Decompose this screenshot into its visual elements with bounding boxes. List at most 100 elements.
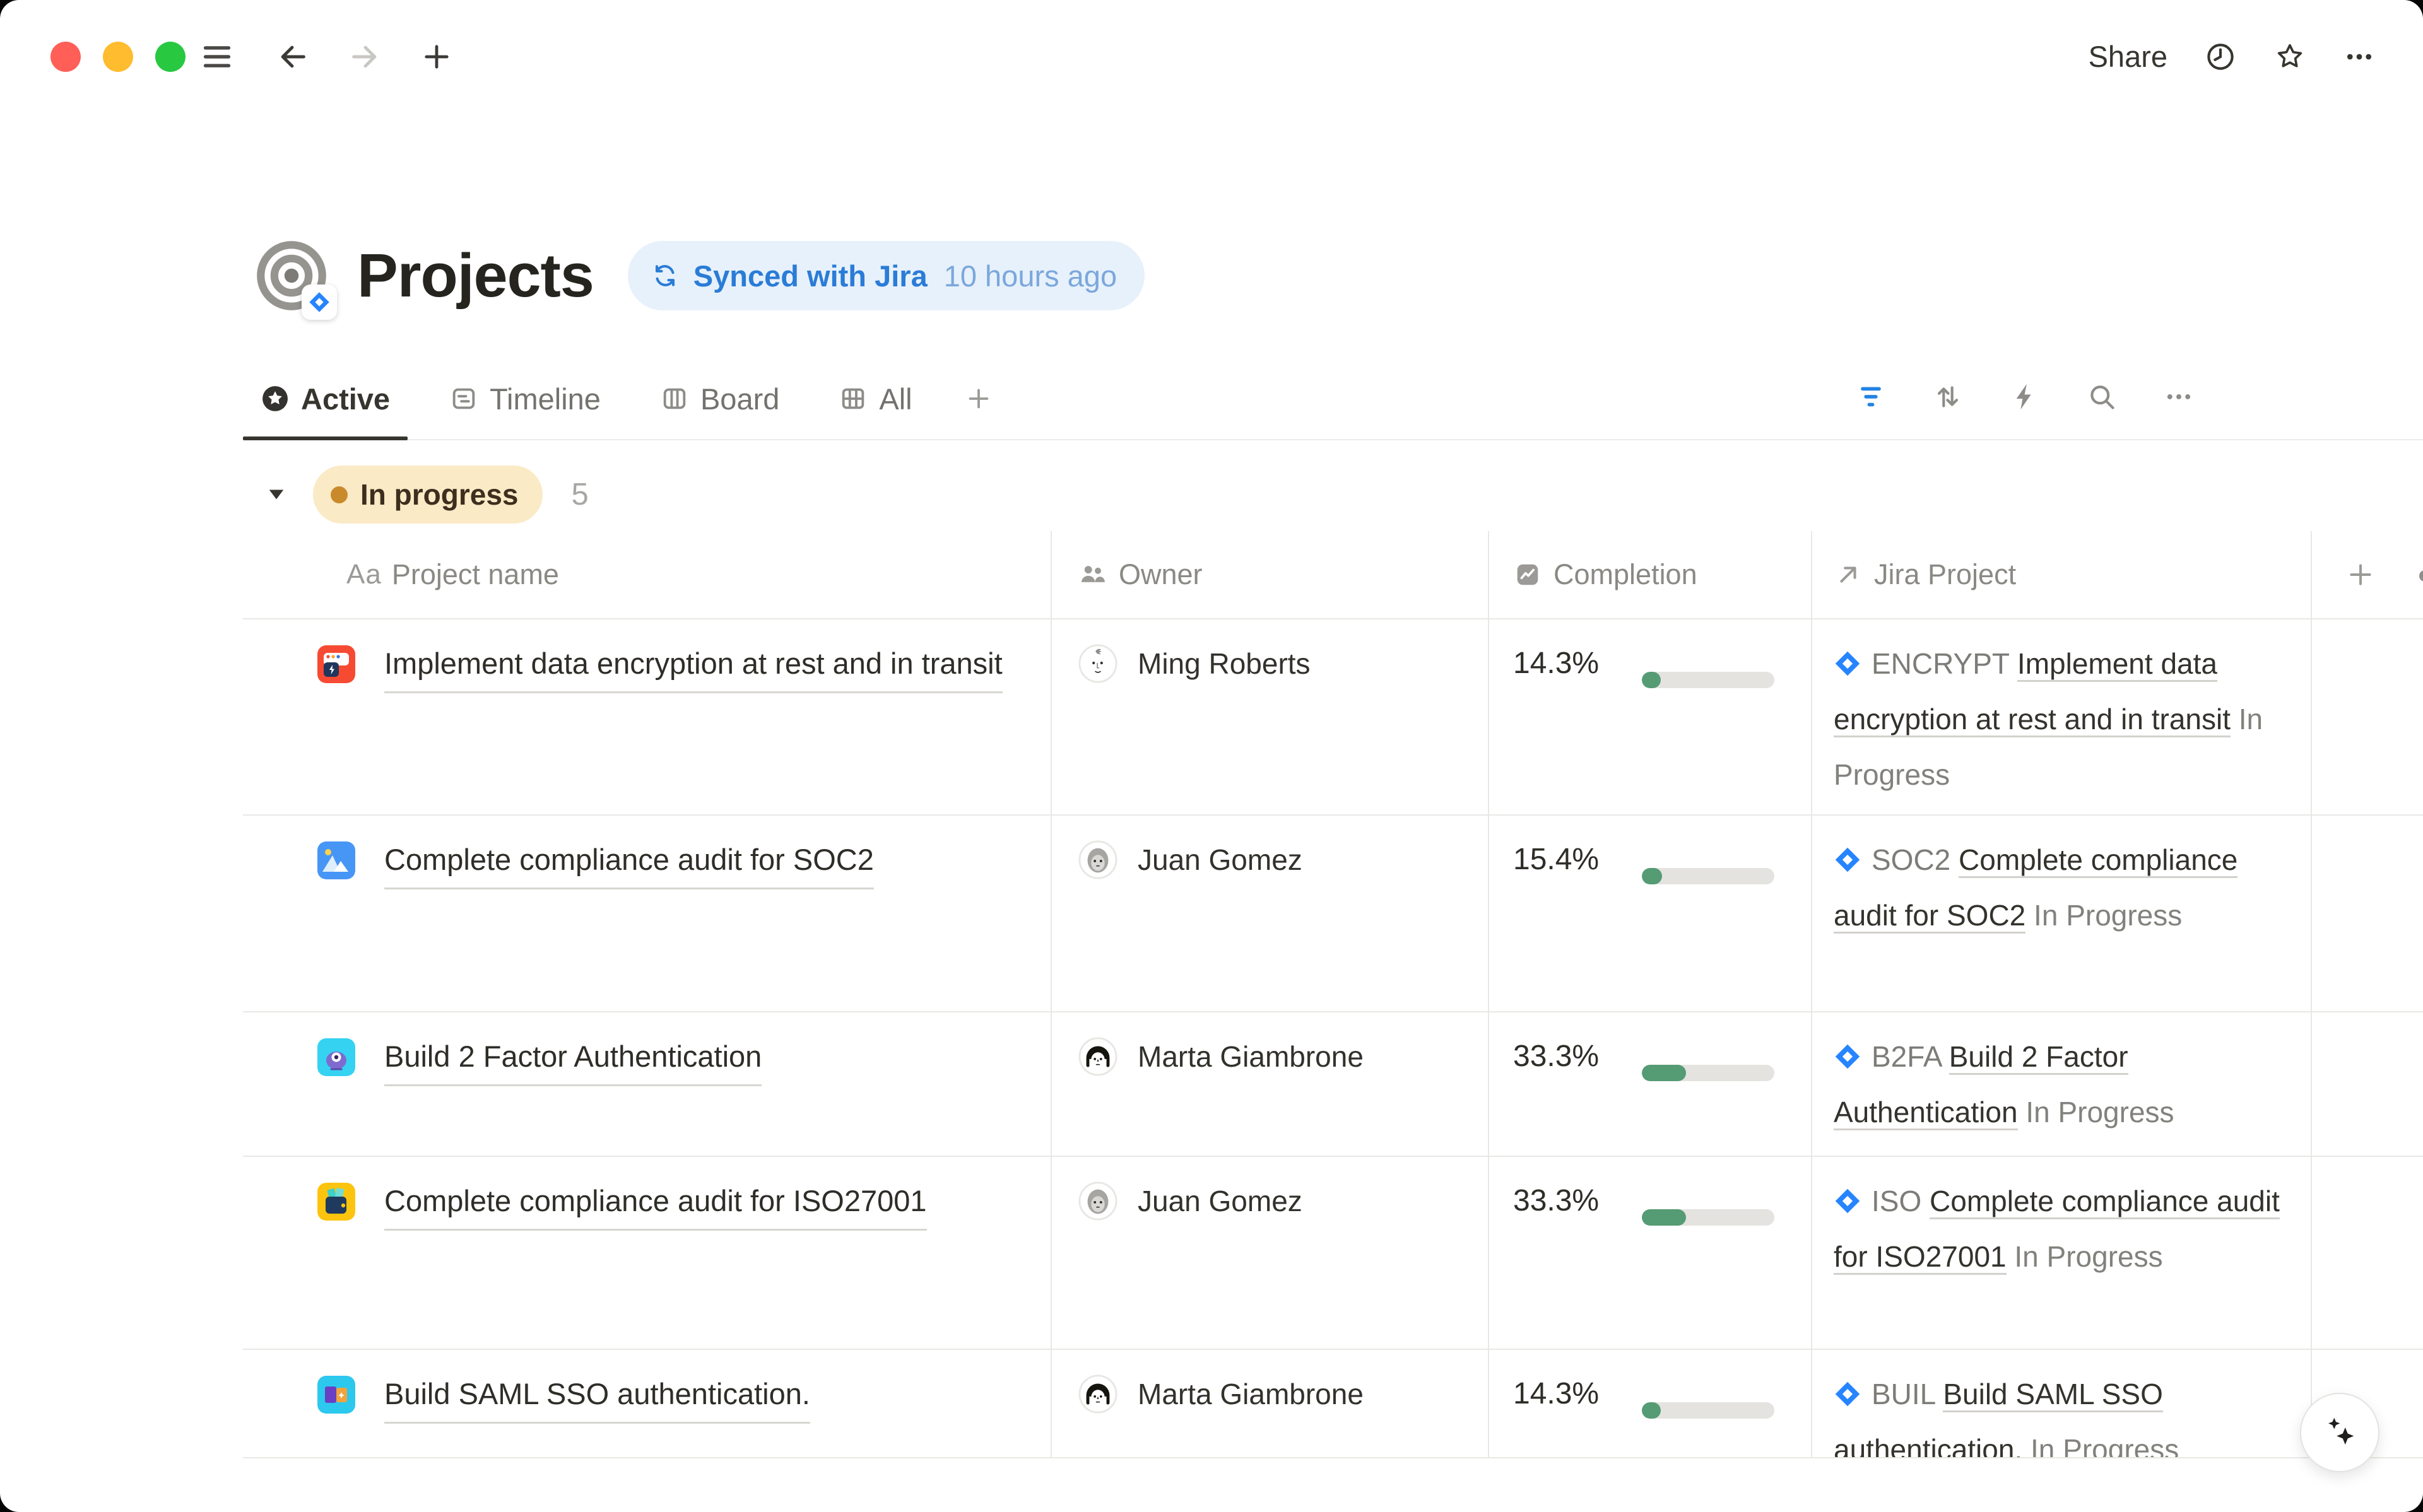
- jira-project-cell[interactable]: BUIL Build SAML SSO authentication. In P…: [1811, 1350, 2311, 1458]
- completion-cell[interactable]: 15.4%: [1488, 816, 1811, 1011]
- jira-diamond-icon: [1834, 640, 1861, 667]
- status-pill[interactable]: In progress: [313, 466, 543, 524]
- sync-icon: [651, 261, 680, 290]
- column-header-completion[interactable]: Completion: [1488, 531, 1811, 618]
- jira-status: In Progress: [2031, 1433, 2179, 1458]
- automation-lightning-icon[interactable]: [2009, 381, 2041, 413]
- jira-diamond-icon: [1834, 1370, 1861, 1398]
- view-options-icon[interactable]: [2163, 381, 2195, 413]
- owner-name: Marta Giambrone: [1138, 1366, 1364, 1422]
- sync-badge-label: Synced with Jira: [693, 259, 928, 293]
- project-name-link[interactable]: Complete compliance audit for ISO27001: [384, 1173, 927, 1231]
- jira-issue-key: BUIL: [1872, 1378, 1935, 1410]
- project-name-link[interactable]: Implement data encryption at rest and in…: [384, 636, 1003, 693]
- notion-ai-button[interactable]: [2300, 1393, 2379, 1472]
- completion-cell[interactable]: 33.3%: [1488, 1012, 1811, 1156]
- tab-active[interactable]: Active: [243, 358, 408, 439]
- timeline-icon: [449, 384, 478, 413]
- completion-percent: 15.4%: [1513, 832, 1622, 888]
- more-options-icon[interactable]: [2343, 40, 2376, 73]
- page-target-icon[interactable]: [254, 238, 329, 314]
- completion-cell[interactable]: 14.3%: [1488, 619, 1811, 814]
- close-window-button[interactable]: [50, 42, 81, 72]
- chart-icon: [1513, 560, 1542, 589]
- completion-percent: 14.3%: [1513, 1366, 1622, 1422]
- jira-project-cell[interactable]: SOC2 Complete compliance audit for SOC2 …: [1811, 816, 2311, 1011]
- minimize-window-button[interactable]: [103, 42, 133, 72]
- forward-icon[interactable]: [348, 40, 381, 73]
- column-header-project-name[interactable]: Aa Project name: [243, 531, 1051, 618]
- project-name-cell: Build SAML SSO authentication.: [243, 1350, 1051, 1458]
- completion-cell[interactable]: 14.3%: [1488, 1350, 1811, 1458]
- project-name-link[interactable]: Complete compliance audit for SOC2: [384, 832, 874, 889]
- owner-cell[interactable]: Juan Gomez: [1051, 816, 1488, 1011]
- jira-sync-badge[interactable]: Synced with Jira 10 hours ago: [628, 241, 1145, 310]
- jira-project-cell[interactable]: ISO Complete compliance audit for ISO270…: [1811, 1157, 2311, 1349]
- column-header-owner[interactable]: Owner: [1051, 531, 1488, 618]
- plus-icon: [964, 384, 993, 413]
- add-view-button[interactable]: [954, 358, 1015, 439]
- status-label: In progress: [360, 478, 519, 512]
- titlebar: Share: [0, 0, 2423, 114]
- jira-project-cell[interactable]: ENCRYPT Implement data encryption at res…: [1811, 619, 2311, 814]
- jira-issue-key: SOC2: [1872, 843, 1950, 876]
- jira-logo-icon: [302, 284, 337, 320]
- page-header: Projects Synced with Jira 10 hours ago: [254, 209, 2423, 342]
- tab-all[interactable]: All: [821, 358, 929, 439]
- sidebar-menu-icon[interactable]: [201, 40, 233, 73]
- owner-avatar: [1078, 840, 1117, 879]
- owner-cell[interactable]: Marta Giambrone: [1051, 1012, 1488, 1156]
- completion-cell[interactable]: 33.3%: [1488, 1157, 1811, 1349]
- column-header-jira-project[interactable]: Jira Project: [1811, 531, 2311, 618]
- zoom-window-button[interactable]: [155, 42, 186, 72]
- project-name-cell: Complete compliance audit for SOC2: [243, 816, 1051, 1011]
- table-row[interactable]: Build 2 Factor Authentication Marta Giam…: [243, 1012, 2423, 1157]
- project-name-link[interactable]: Build SAML SSO authentication.: [384, 1366, 810, 1424]
- favorite-star-icon[interactable]: [2273, 40, 2306, 73]
- project-name-cell: Build 2 Factor Authentication: [243, 1012, 1051, 1156]
- window-controls: [50, 42, 186, 72]
- project-name-link[interactable]: Build 2 Factor Authentication: [384, 1029, 762, 1086]
- tab-timeline[interactable]: Timeline: [432, 358, 618, 439]
- completion-percent: 14.3%: [1513, 636, 1622, 691]
- owner-cell[interactable]: Ming Roberts: [1051, 619, 1488, 814]
- collapse-triangle-icon[interactable]: [265, 483, 288, 506]
- group-count: 5: [572, 477, 589, 512]
- progress-bar: [1642, 1065, 1774, 1081]
- tab-board[interactable]: Board: [642, 358, 797, 439]
- owner-avatar: [1078, 1181, 1117, 1221]
- project-name-cell: Complete compliance audit for ISO27001: [243, 1157, 1051, 1349]
- new-tab-icon[interactable]: [420, 40, 453, 73]
- progress-bar-fill: [1642, 1209, 1686, 1226]
- filter-icon[interactable]: [1855, 381, 1887, 413]
- search-icon[interactable]: [2086, 381, 2118, 413]
- view-tabs-bar: Active Timeline Board All: [243, 358, 2423, 440]
- share-button[interactable]: Share: [2089, 37, 2167, 77]
- empty-cell: [2311, 1157, 2423, 1349]
- page-title[interactable]: Projects: [357, 240, 594, 311]
- add-column-button[interactable]: [2311, 531, 2423, 618]
- owner-cell[interactable]: Marta Giambrone: [1051, 1350, 1488, 1458]
- sort-icon[interactable]: [1932, 381, 1964, 413]
- jira-project-cell[interactable]: B2FA Build 2 Factor Authentication In Pr…: [1811, 1012, 2311, 1156]
- arrow-up-right-icon: [1834, 560, 1863, 589]
- empty-cell: [2311, 816, 2423, 1011]
- sparkle-icon: [2318, 1410, 2362, 1455]
- table-header-row: Aa Project name Owner Completion Jira Pr…: [243, 531, 2423, 619]
- jira-diamond-icon: [1834, 1177, 1861, 1205]
- owner-name: Juan Gomez: [1138, 832, 1302, 888]
- back-icon[interactable]: [276, 40, 309, 73]
- jira-status: In Progress: [2014, 1240, 2162, 1273]
- progress-bar-fill: [1642, 1402, 1661, 1419]
- project-name-cell: Implement data encryption at rest and in…: [243, 619, 1051, 814]
- table-row[interactable]: Implement data encryption at rest and in…: [243, 619, 2423, 816]
- owner-name: Marta Giambrone: [1138, 1029, 1364, 1084]
- table-row[interactable]: Build SAML SSO authentication. Marta Gia…: [243, 1350, 2423, 1458]
- table-row[interactable]: Complete compliance audit for SOC2 Juan …: [243, 816, 2423, 1012]
- view-tools: [1855, 381, 2195, 413]
- history-clock-icon[interactable]: [2204, 40, 2237, 73]
- empty-cell: [2311, 1012, 2423, 1156]
- table-row[interactable]: Complete compliance audit for ISO27001 J…: [243, 1157, 2423, 1350]
- owner-name: Juan Gomez: [1138, 1173, 1302, 1229]
- owner-cell[interactable]: Juan Gomez: [1051, 1157, 1488, 1349]
